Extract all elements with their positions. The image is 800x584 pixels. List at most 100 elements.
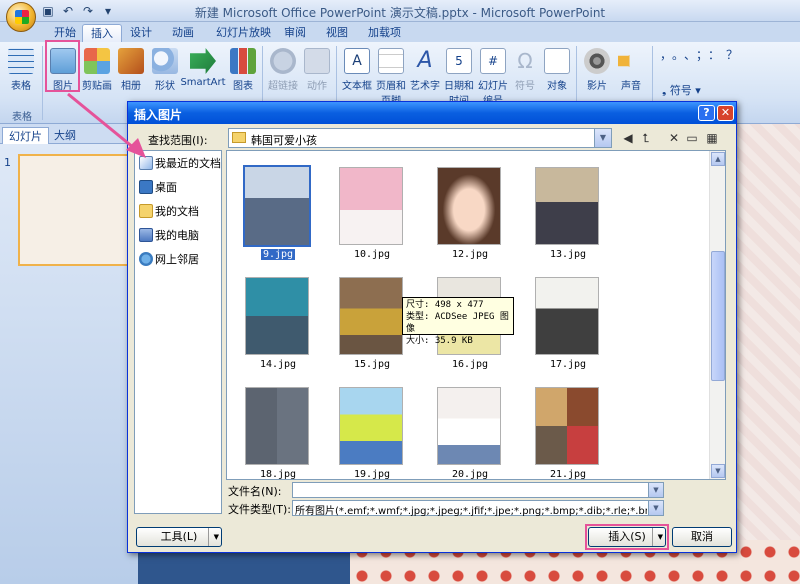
- dialog-title: 插入图片: [134, 108, 183, 122]
- scroll-up-icon[interactable]: ▲: [711, 152, 725, 166]
- chevron-down-icon[interactable]: ▼: [594, 129, 611, 147]
- thumbnail-image: [245, 387, 309, 465]
- chevron-down-icon[interactable]: ▼: [648, 483, 663, 497]
- thumbnail-image: [243, 165, 311, 247]
- tab-slideshow[interactable]: 幻灯片放映: [208, 24, 279, 42]
- calendar-icon: 5: [446, 48, 472, 74]
- symbols-dropdown[interactable]: ❟ 符号 ▾: [662, 82, 701, 98]
- smartart-button[interactable]: SmartArt: [180, 46, 226, 106]
- tab-design[interactable]: 设计: [122, 24, 160, 42]
- thumbnail-image: [245, 277, 309, 355]
- sound-button[interactable]: 声音: [614, 46, 648, 106]
- new-folder-icon[interactable]: ▭: [684, 130, 700, 146]
- lookin-value: 韩国可爱小孩: [251, 134, 317, 147]
- file-tile[interactable]: 9.jpg: [235, 165, 321, 267]
- place-desktop[interactable]: 桌面: [139, 179, 177, 195]
- file-info-tooltip: 尺寸: 498 x 477 类型: ACDSee JPEG 图像 大小: 35.…: [402, 297, 514, 346]
- clipart-icon: [84, 48, 110, 74]
- file-list: 9.jpg 10.jpg 12.jpg 13.jpg 14.jpg 15.jpg…: [226, 150, 726, 480]
- thumbnail-image: [437, 167, 501, 245]
- file-tile[interactable]: 20.jpg: [427, 387, 513, 479]
- filename-input[interactable]: ▼: [292, 482, 664, 498]
- help-button[interactable]: ?: [698, 105, 715, 121]
- slide-thumbnail[interactable]: [18, 154, 130, 266]
- office-button[interactable]: [6, 2, 36, 32]
- ribbon-separator: [42, 46, 43, 120]
- thumbnail-image: [437, 387, 501, 465]
- slides-pane: 1: [0, 144, 138, 584]
- ribbon-tabs: 开始 插入 设计 动画 幻灯片放映 审阅 视图 加载项: [0, 22, 800, 42]
- filetype-select[interactable]: 所有图片(*.emf;*.wmf;*.jpg;*.jpeg;*.jfif;*.j…: [292, 500, 664, 517]
- cancel-button[interactable]: 取消: [672, 527, 732, 547]
- picture-button-highlight: [45, 40, 80, 92]
- thumbnail-image: [339, 387, 403, 465]
- tab-insert[interactable]: 插入: [82, 24, 122, 42]
- place-my-documents[interactable]: 我的文档: [139, 203, 199, 219]
- group-label-table: 表格: [12, 112, 32, 123]
- place-my-computer[interactable]: 我的电脑: [139, 227, 199, 243]
- object-button[interactable]: 对象: [540, 46, 574, 106]
- place-network[interactable]: 网上邻居: [139, 251, 199, 267]
- table-icon: [8, 48, 34, 74]
- title-bar: ▣ ↶ ↷ ▾ 新建 Microsoft Office PowerPoint 演…: [0, 0, 800, 22]
- clipart-button[interactable]: 剪贴画: [80, 46, 114, 106]
- file-tile[interactable]: 10.jpg: [329, 167, 415, 267]
- hyperlink-button[interactable]: 超链接: [266, 46, 300, 106]
- desktop-icon: [139, 180, 153, 194]
- lookin-select[interactable]: 韩国可爱小孩 ▼: [228, 128, 612, 148]
- window-title: 新建 Microsoft Office PowerPoint 演示文稿.pptx…: [194, 6, 606, 20]
- album-icon: [118, 48, 144, 74]
- thumbnail-image: [339, 167, 403, 245]
- thumbnail-image: [339, 277, 403, 355]
- textbox-button[interactable]: A 文本框: [340, 46, 374, 106]
- folder-icon: [232, 132, 246, 143]
- movie-button[interactable]: 影片: [580, 46, 614, 106]
- file-tile[interactable]: 13.jpg: [525, 167, 611, 267]
- back-icon[interactable]: ◀: [620, 130, 636, 146]
- chart-icon: [230, 48, 256, 74]
- smartart-icon: [190, 48, 216, 74]
- album-button[interactable]: 相册: [114, 46, 148, 106]
- tab-addins[interactable]: 加载项: [360, 24, 409, 42]
- tab-slides[interactable]: 幻灯片: [2, 127, 49, 144]
- tab-view[interactable]: 视图: [318, 24, 356, 42]
- office-logo-icon: [15, 10, 29, 24]
- symbol-button[interactable]: Ω 符号: [508, 46, 542, 106]
- file-tile[interactable]: 14.jpg: [235, 277, 321, 377]
- my-computer-icon: [139, 228, 153, 242]
- tab-outline[interactable]: 大纲: [48, 127, 82, 144]
- file-tile[interactable]: 21.jpg: [525, 387, 611, 479]
- chart-button[interactable]: 图表: [226, 46, 260, 106]
- header-footer-icon: [378, 48, 404, 74]
- place-recent[interactable]: 我最近的文档: [139, 155, 221, 171]
- file-tile[interactable]: 18.jpg: [235, 387, 321, 479]
- thumbnail-image: [535, 167, 599, 245]
- insert-picture-dialog: 插入图片 ? ✕ 查找范围(I): 韩国可爱小孩 ▼ ◀ ⮤ ✕ ▭ ▦ 我最近…: [127, 101, 737, 553]
- chevron-down-icon[interactable]: ▼: [648, 501, 663, 515]
- tab-review[interactable]: 审阅: [276, 24, 314, 42]
- file-tile[interactable]: 17.jpg: [525, 277, 611, 377]
- filetype-label: 文件类型(T):: [228, 503, 292, 516]
- my-documents-icon: [139, 204, 153, 218]
- thumbnail-image: [535, 387, 599, 465]
- close-button[interactable]: ✕: [717, 105, 734, 121]
- delete-icon[interactable]: ✕: [666, 130, 682, 146]
- scroll-down-icon[interactable]: ▼: [711, 464, 725, 478]
- shapes-button[interactable]: 形状: [148, 46, 182, 106]
- table-button[interactable]: 表格: [4, 46, 38, 106]
- tools-button[interactable]: 工具(L) ▼: [136, 527, 222, 547]
- views-icon[interactable]: ▦: [704, 130, 720, 146]
- scroll-thumb[interactable]: [711, 251, 725, 381]
- up-folder-icon[interactable]: ⮤: [638, 130, 654, 146]
- pane-tabs: 幻灯片 大纲: [0, 124, 138, 144]
- symbols-palette[interactable]: ，。、；：？: [660, 48, 738, 62]
- action-button[interactable]: 动作: [300, 46, 334, 106]
- vertical-scrollbar[interactable]: ▲ ▼: [709, 151, 725, 479]
- places-bar: 我最近的文档 桌面 我的文档 我的电脑 网上邻居: [134, 150, 222, 514]
- wordart-button[interactable]: A 艺术字: [408, 46, 442, 106]
- file-tile[interactable]: 19.jpg: [329, 387, 415, 479]
- wordart-icon: A: [417, 48, 433, 73]
- tab-animation[interactable]: 动画: [164, 24, 202, 42]
- file-tile[interactable]: 12.jpg: [427, 167, 513, 267]
- dialog-title-bar: 插入图片 ? ✕: [128, 102, 736, 124]
